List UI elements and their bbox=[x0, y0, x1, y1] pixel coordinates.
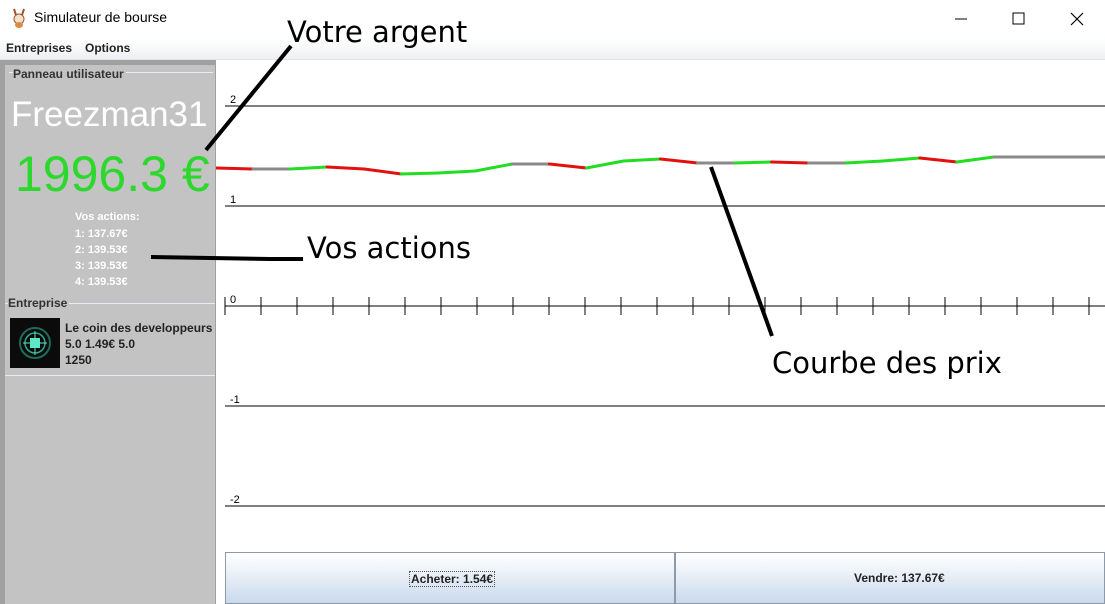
sell-button-label: Vendre: 137.67€ bbox=[854, 571, 945, 585]
company-stats: 5.0 1.49€ 5.0 bbox=[65, 337, 136, 351]
price-line-segment bbox=[659, 157, 700, 165]
action-item: 1: 137.67€ bbox=[75, 228, 128, 240]
y-tick-label: -1 bbox=[230, 394, 240, 406]
y-tick-label: 2 bbox=[230, 94, 236, 106]
price-line-segment bbox=[770, 160, 811, 165]
close-icon bbox=[1070, 12, 1084, 26]
annotation-curve: Courbe des prix bbox=[772, 346, 1002, 380]
group-border bbox=[5, 375, 215, 376]
buy-button-label: Acheter: 1.54€ bbox=[409, 571, 496, 587]
user-panel: Panneau utilisateur Freezman31 1996.3 € … bbox=[5, 65, 215, 604]
action-item: 3: 139.53€ bbox=[75, 260, 128, 272]
circuit-chip-icon[interactable] bbox=[10, 318, 60, 368]
minimize-icon bbox=[955, 18, 967, 20]
minimize-button[interactable] bbox=[932, 0, 990, 38]
price-line-segment bbox=[844, 159, 885, 165]
menu-options[interactable]: Options bbox=[85, 41, 130, 55]
annotation-money: Votre argent bbox=[287, 15, 468, 49]
sell-button[interactable]: Vendre: 137.67€ bbox=[675, 552, 1105, 604]
company-name[interactable]: Le coin des developpeurs bbox=[65, 321, 212, 335]
price-line-segment bbox=[918, 156, 959, 164]
window-title: Simulateur de bourse bbox=[34, 9, 168, 25]
left-panel: Panneau utilisateur Freezman31 1996.3 € … bbox=[0, 60, 216, 604]
price-line-segment bbox=[733, 160, 774, 165]
close-button[interactable] bbox=[1048, 0, 1105, 38]
price-line-segment bbox=[621, 157, 662, 163]
menu-entreprises[interactable]: Entreprises bbox=[6, 41, 72, 55]
price-line-segment bbox=[881, 156, 922, 163]
price-line-segment bbox=[547, 162, 588, 170]
y-tick-label: 0 bbox=[230, 294, 236, 306]
title-bar: Simulateur de bourse bbox=[0, 0, 1105, 38]
price-chart: 2 1 0 -1 -2 bbox=[216, 94, 1105, 507]
buy-button[interactable]: Acheter: 1.54€ bbox=[225, 552, 675, 604]
price-line-segment bbox=[362, 167, 403, 176]
y-tick-label: -2 bbox=[230, 494, 240, 506]
y-tick-label: 1 bbox=[230, 194, 236, 206]
company-count: 1250 bbox=[65, 353, 92, 367]
price-line-segment bbox=[216, 166, 255, 171]
actions-title: Vos actions: bbox=[75, 211, 140, 223]
action-item: 2: 139.53€ bbox=[75, 244, 128, 256]
price-line-segment bbox=[399, 171, 440, 176]
maximize-button[interactable] bbox=[990, 0, 1048, 38]
action-item: 4: 139.53€ bbox=[75, 276, 128, 288]
price-line-segment bbox=[436, 169, 477, 175]
annotation-actions: Vos actions bbox=[307, 231, 472, 265]
app-icon bbox=[13, 8, 25, 28]
price-line-segment bbox=[288, 165, 329, 171]
user-panel-title: Panneau utilisateur bbox=[13, 67, 126, 81]
username: Freezman31 bbox=[11, 95, 208, 134]
price-line-segment bbox=[584, 159, 625, 170]
price-line-segment bbox=[955, 155, 996, 164]
price-line-segment bbox=[325, 165, 366, 171]
company-panel-title: Entreprise bbox=[8, 296, 70, 310]
menu-bar: Entreprises Options bbox=[0, 38, 1105, 60]
maximize-icon bbox=[1012, 12, 1025, 25]
price-line-segment bbox=[473, 162, 514, 173]
money-display: 1996.3 € bbox=[15, 146, 210, 202]
